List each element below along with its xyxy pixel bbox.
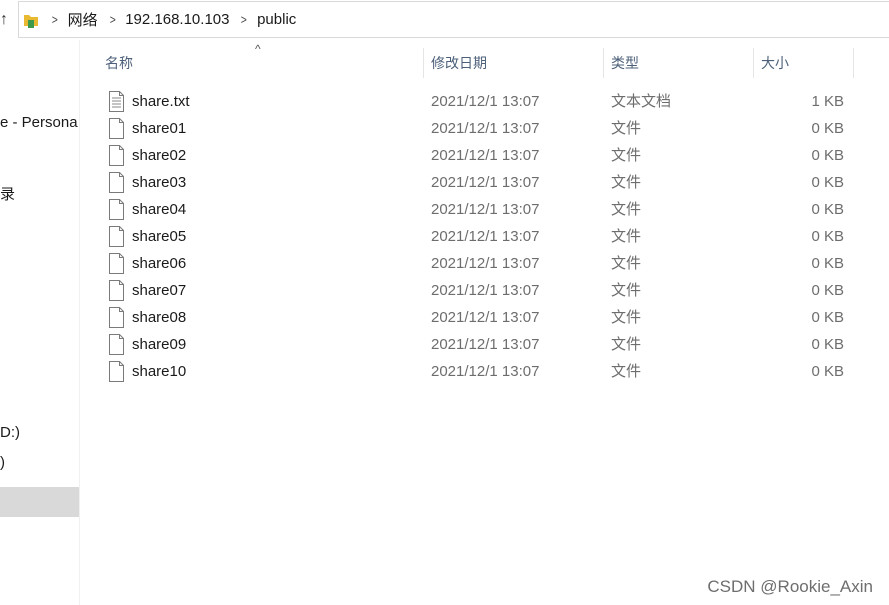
chevron-right-icon[interactable]: >	[52, 12, 58, 27]
file-icon	[108, 307, 125, 328]
file-size: 0 KB	[811, 282, 844, 299]
file-icon	[108, 199, 125, 220]
file-icon	[108, 280, 125, 301]
breadcrumb-public[interactable]: public	[257, 11, 296, 28]
column-header-type[interactable]: 类型	[607, 48, 753, 78]
file-row[interactable]: share04 2021/12/1 13:07 文件 0 KB	[0, 196, 889, 223]
chevron-right-icon[interactable]: >	[109, 12, 115, 27]
file-size: 0 KB	[811, 228, 844, 245]
file-modified-date: 2021/12/1 13:07	[431, 255, 540, 272]
file-icon	[108, 118, 125, 139]
file-row[interactable]: share10 2021/12/1 13:07 文件 0 KB	[0, 358, 889, 385]
file-type: 文件	[611, 228, 642, 245]
file-size: 0 KB	[811, 255, 844, 272]
file-name[interactable]: share10	[132, 358, 186, 385]
file-type: 文件	[611, 120, 642, 137]
column-divider[interactable]	[603, 48, 604, 78]
file-name[interactable]: share02	[132, 142, 186, 169]
address-bar[interactable]: > 网络 > 192.168.10.103 > public	[18, 1, 889, 38]
file-row[interactable]: share.txt 2021/12/1 13:07 文本文档 1 KB	[0, 88, 889, 115]
file-list: share.txt 2021/12/1 13:07 文本文档 1 KB share01 2…	[0, 88, 889, 385]
breadcrumb-host[interactable]: 192.168.10.103	[125, 11, 229, 28]
file-row[interactable]: share07 2021/12/1 13:07 文件 0 KB	[0, 277, 889, 304]
file-row[interactable]: share05 2021/12/1 13:07 文件 0 KB	[0, 223, 889, 250]
nav-item-drive-d[interactable]: D:)	[0, 424, 20, 441]
file-modified-date: 2021/12/1 13:07	[431, 228, 540, 245]
watermark: CSDN @Rookie_Axin	[707, 577, 873, 596]
folder-icon	[22, 11, 40, 29]
file-name[interactable]: share07	[132, 277, 186, 304]
file-size: 0 KB	[811, 120, 844, 137]
file-modified-date: 2021/12/1 13:07	[431, 120, 540, 137]
file-modified-date: 2021/12/1 13:07	[431, 336, 540, 353]
file-icon	[108, 172, 125, 193]
breadcrumb-network[interactable]: 网络	[68, 9, 98, 30]
nav-item-drive[interactable]: )	[0, 454, 5, 471]
column-divider[interactable]	[853, 48, 854, 78]
file-name[interactable]: share.txt	[132, 88, 190, 115]
file-type: 文件	[611, 147, 642, 164]
file-size: 0 KB	[811, 174, 844, 191]
file-size: 0 KB	[811, 201, 844, 218]
file-type: 文本文档	[611, 93, 672, 110]
file-modified-date: 2021/12/1 13:07	[431, 282, 540, 299]
file-size: 1 KB	[811, 93, 844, 110]
file-modified-date: 2021/12/1 13:07	[431, 309, 540, 326]
file-row[interactable]: share08 2021/12/1 13:07 文件 0 KB	[0, 304, 889, 331]
file-type: 文件	[611, 255, 642, 272]
file-size: 0 KB	[811, 336, 844, 353]
file-icon	[108, 226, 125, 247]
file-modified-date: 2021/12/1 13:07	[431, 363, 540, 380]
file-size: 0 KB	[811, 363, 844, 380]
file-name[interactable]: share01	[132, 115, 186, 142]
column-divider[interactable]	[753, 48, 754, 78]
file-row[interactable]: share06 2021/12/1 13:07 文件 0 KB	[0, 250, 889, 277]
file-modified-date: 2021/12/1 13:07	[431, 201, 540, 218]
file-name[interactable]: share05	[132, 223, 186, 250]
file-size: 0 KB	[811, 147, 844, 164]
file-icon	[108, 361, 125, 382]
file-size: 0 KB	[811, 309, 844, 326]
file-row[interactable]: share03 2021/12/1 13:07 文件 0 KB	[0, 169, 889, 196]
file-name[interactable]: share09	[132, 331, 186, 358]
column-header-date[interactable]: 修改日期	[427, 48, 603, 78]
file-icon	[108, 145, 125, 166]
up-arrow-icon[interactable]: ↑	[0, 9, 14, 31]
file-type: 文件	[611, 336, 642, 353]
file-type: 文件	[611, 174, 642, 191]
column-header-name[interactable]: 名称	[101, 48, 423, 78]
file-row[interactable]: share01 2021/12/1 13:07 文件 0 KB	[0, 115, 889, 142]
file-name[interactable]: share08	[132, 304, 186, 331]
file-type: 文件	[611, 363, 642, 380]
file-name[interactable]: share03	[132, 169, 186, 196]
file-name[interactable]: share06	[132, 250, 186, 277]
file-modified-date: 2021/12/1 13:07	[431, 147, 540, 164]
chevron-right-icon[interactable]: >	[241, 12, 247, 27]
nav-item-network-selected[interactable]	[0, 487, 79, 517]
file-icon	[108, 253, 125, 274]
file-icon	[108, 334, 125, 355]
file-modified-date: 2021/12/1 13:07	[431, 93, 540, 110]
file-type: 文件	[611, 282, 642, 299]
file-type: 文件	[611, 309, 642, 326]
column-header-size[interactable]: 大小	[757, 48, 853, 78]
column-divider[interactable]	[423, 48, 424, 78]
file-type: 文件	[611, 201, 642, 218]
file-modified-date: 2021/12/1 13:07	[431, 174, 540, 191]
text-file-icon	[108, 91, 125, 112]
file-name[interactable]: share04	[132, 196, 186, 223]
file-row[interactable]: share09 2021/12/1 13:07 文件 0 KB	[0, 331, 889, 358]
file-row[interactable]: share02 2021/12/1 13:07 文件 0 KB	[0, 142, 889, 169]
